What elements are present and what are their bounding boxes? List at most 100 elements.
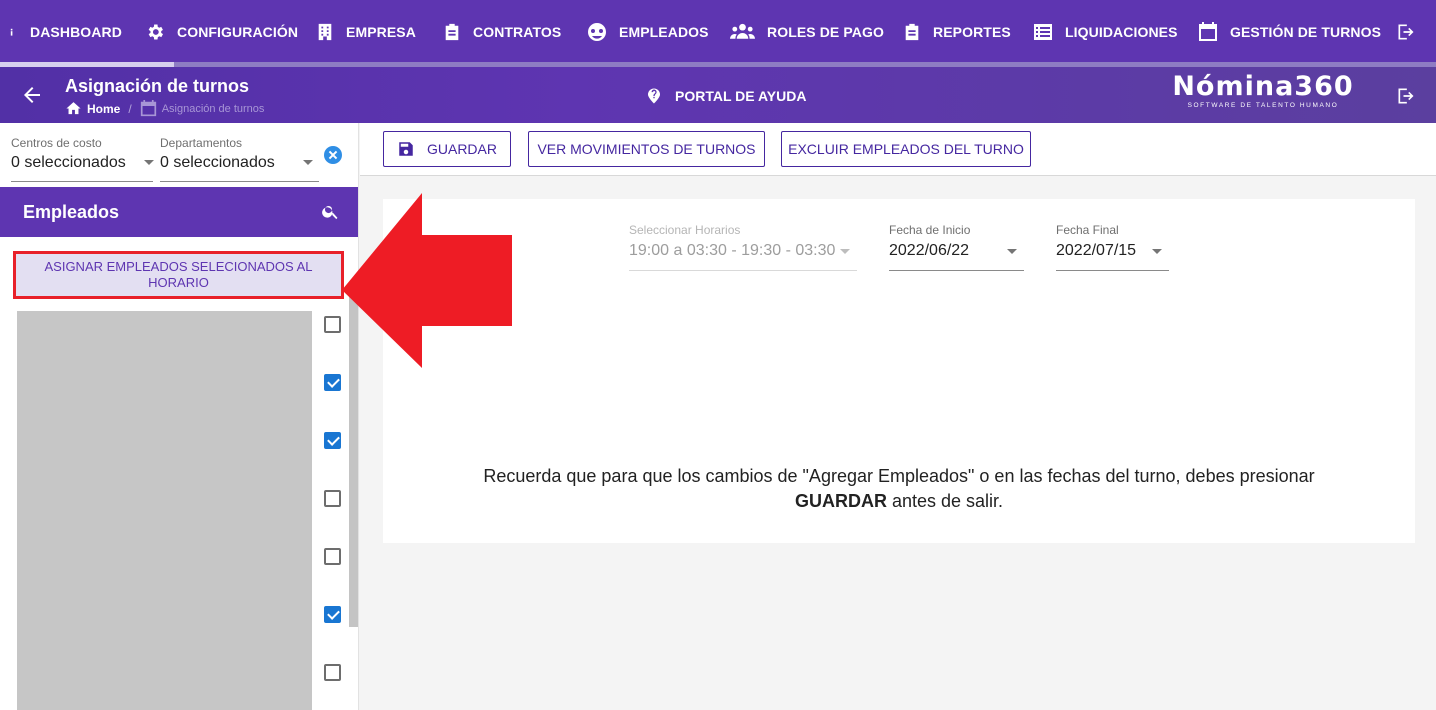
chevron-down-icon [840, 249, 850, 254]
start-date-label: Fecha de Inicio [889, 223, 971, 237]
nav-gestion-de-turnos[interactable]: GESTIÓN DE TURNOS [1198, 0, 1381, 64]
chevron-down-icon [1007, 249, 1017, 254]
notice-text-after: antes de salir. [891, 491, 1004, 511]
clear-filters-icon[interactable] [324, 146, 342, 164]
page-title: Asignación de turnos [65, 76, 250, 96]
schedule-underline [629, 270, 857, 271]
nav-empresa[interactable]: EMPRESA [316, 0, 416, 64]
chevron-down-icon [1152, 249, 1162, 254]
notice-emphasis: GUARDAR [794, 491, 887, 511]
shift-form-card: Seleccionar Horarios 19:00 a 03:30 - 19:… [383, 199, 1415, 543]
cost-center-value: 0 seleccionados [11, 154, 126, 171]
help-icon [648, 88, 660, 104]
logout-icon [1398, 24, 1414, 40]
breadcrumb-current: Asignación de turnos [140, 100, 265, 117]
employee-checkbox[interactable] [324, 664, 341, 681]
save-label: GUARDAR [426, 141, 497, 157]
employee-checkbox[interactable] [324, 548, 341, 565]
logout-button[interactable] [1396, 86, 1416, 106]
view-shift-movements-label: VER MOVIMIENTOS DE TURNOS [537, 141, 756, 157]
annotation-arrow-icon [342, 193, 512, 368]
nav-label: CONFIGURACIÓN [177, 24, 299, 40]
department-label: Departamentos [160, 136, 243, 150]
back-button[interactable] [20, 83, 44, 107]
schedule-label: Seleccionar Horarios [629, 223, 741, 237]
chevron-down-icon [144, 160, 154, 165]
employee-checkbox[interactable] [324, 606, 341, 623]
brand-name: Nómina360 [1172, 71, 1354, 102]
end-date-label: Fecha Final [1056, 223, 1119, 237]
action-toolbar: GUARDAR VER MOVIMIENTOS DE TURNOS EXCLUI… [360, 123, 1436, 176]
nav-contratos[interactable]: CONTRATOS [443, 0, 561, 64]
nav-label: LIQUIDACIONES [1065, 24, 1178, 40]
employee-icon [588, 23, 606, 41]
search-button[interactable] [321, 202, 340, 221]
people-icon [730, 23, 755, 39]
nav-reportes[interactable]: REPORTES [903, 0, 1011, 64]
employee-checkbox[interactable] [324, 374, 341, 391]
employee-panel: Centros de costo 0 seleccionados Departa… [0, 123, 359, 710]
building-icon [318, 23, 332, 41]
breadcrumb-current-label: Asignación de turnos [161, 102, 265, 115]
calendar-icon [1199, 22, 1217, 41]
home-icon [66, 102, 81, 115]
exclude-employees-label: EXCLUIR EMPLEADOS DEL TURNO [788, 141, 1024, 157]
end-date-underline [1056, 270, 1169, 271]
start-date-field[interactable]: Fecha de Inicio 2022/06/22 [889, 223, 1024, 271]
nav-configuracion[interactable]: CONFIGURACIÓN [145, 0, 298, 64]
nav-logout-button[interactable] [1396, 0, 1416, 64]
employees-header: Empleados [0, 187, 358, 237]
assign-employees-button[interactable]: ASIGNAR EMPLEADOS SELECIONADOS AL HORARI… [13, 251, 344, 299]
nav-empleados[interactable]: EMPLEADOS [587, 0, 709, 64]
breadcrumb-home[interactable]: Home [65, 100, 120, 117]
save-reminder-notice: Recuerda que para que los cambios de "Ag… [383, 464, 1415, 514]
top-navigation: DASHBOARD CONFIGURACIÓN EMPRESA CONTRATO… [0, 0, 1436, 64]
chevron-down-icon [303, 160, 313, 165]
employee-list-redacted [17, 311, 312, 710]
start-date-value: 2022/06/22 [889, 242, 970, 259]
page-header: Asignación de turnos Home / Asignación d… [0, 67, 1436, 123]
list-icon [1034, 24, 1052, 40]
nav-label: ROLES DE PAGO [767, 24, 884, 40]
nav-dashboard[interactable]: DASHBOARD [10, 0, 122, 64]
save-icon [399, 142, 413, 156]
employee-checkbox[interactable] [324, 490, 341, 507]
view-shift-movements-button[interactable]: VER MOVIMIENTOS DE TURNOS [528, 131, 765, 167]
end-date-field[interactable]: Fecha Final 2022/07/15 [1056, 223, 1169, 271]
cost-center-label: Centros de costo [11, 136, 102, 150]
department-select[interactable]: Departamentos 0 seleccionados [160, 136, 319, 182]
brand-logo: Nómina360 SOFTWARE DE TALENTO HUMANO [1172, 71, 1354, 110]
nav-label: DASHBOARD [30, 24, 122, 40]
employee-checkbox[interactable] [324, 316, 341, 333]
calendar-icon [140, 100, 156, 117]
clipboard-icon [905, 23, 919, 41]
notice-text: Recuerda que para que los cambios de "Ag… [483, 466, 1315, 486]
cost-center-underline [11, 181, 153, 182]
breadcrumb: Home / Asignación de turnos [65, 100, 264, 117]
clipboard-icon [445, 23, 459, 41]
gear-icon [148, 24, 163, 40]
arrow-left-icon [24, 87, 40, 103]
nav-liquidaciones[interactable]: LIQUIDACIONES [1033, 0, 1178, 64]
end-date-value: 2022/07/15 [1056, 242, 1137, 259]
nav-roles-de-pago[interactable]: ROLES DE PAGO [730, 0, 884, 64]
start-date-underline [889, 270, 1024, 271]
search-icon [322, 205, 338, 220]
breadcrumb-separator: / [128, 101, 132, 116]
department-underline [160, 181, 319, 182]
nav-label: REPORTES [933, 24, 1011, 40]
schedule-select[interactable]: Seleccionar Horarios 19:00 a 03:30 - 19:… [629, 223, 857, 271]
nav-label: EMPRESA [346, 24, 416, 40]
help-portal-link[interactable]: PORTAL DE AYUDA [645, 87, 806, 105]
exclude-employees-button[interactable]: EXCLUIR EMPLEADOS DEL TURNO [781, 131, 1031, 167]
nav-label: EMPLEADOS [619, 24, 709, 40]
employee-checkbox[interactable] [324, 432, 341, 449]
cost-center-select[interactable]: Centros de costo 0 seleccionados [11, 136, 154, 182]
nav-label: GESTIÓN DE TURNOS [1230, 24, 1382, 40]
nav-label: CONTRATOS [473, 24, 562, 40]
breadcrumb-home-label: Home [87, 101, 121, 116]
help-portal-label: PORTAL DE AYUDA [675, 88, 807, 104]
info-icon [10, 28, 13, 36]
save-button[interactable]: GUARDAR [383, 131, 511, 167]
brand-tagline: SOFTWARE DE TALENTO HUMANO [1187, 102, 1339, 109]
